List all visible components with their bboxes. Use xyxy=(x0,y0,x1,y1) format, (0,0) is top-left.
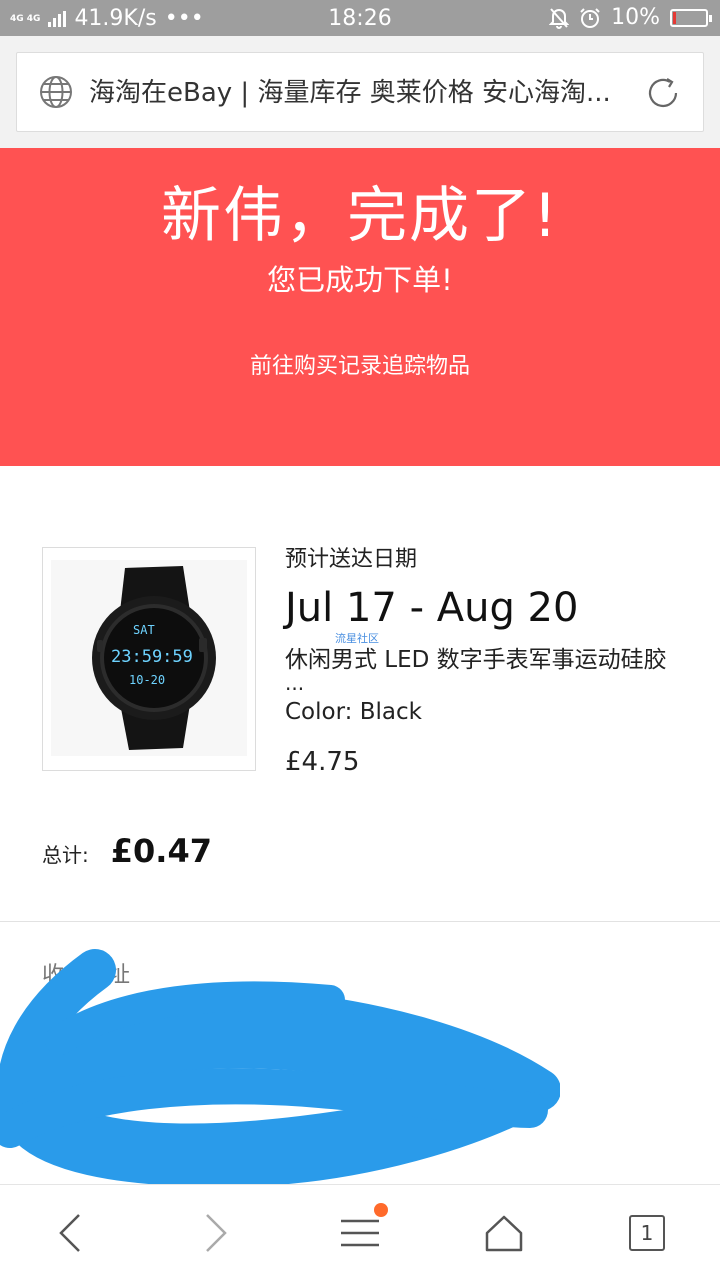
browser-bottom-nav: 1 xyxy=(0,1184,720,1280)
back-icon xyxy=(59,1214,80,1252)
success-subtitle: 您已成功下单! xyxy=(267,263,453,297)
watch-date: 10-20 xyxy=(129,673,165,687)
battery-fill xyxy=(673,11,676,24)
item-image[interactable]: SAT 23:59:59 10-20 xyxy=(42,547,256,771)
success-title: 新伟，完成了! xyxy=(160,181,560,251)
reload-icon[interactable] xyxy=(643,73,683,113)
home-button[interactable] xyxy=(454,1185,554,1280)
eta-range: Jul 17 - Aug 20 xyxy=(285,585,579,631)
forward-button[interactable] xyxy=(166,1185,266,1280)
notification-dot xyxy=(374,1203,388,1217)
browser-toolbar: 海淘在eBay | 海量库存 奥莱价格 安心海淘... xyxy=(0,36,720,148)
page-title[interactable]: 海淘在eBay | 海量库存 奥莱价格 安心海淘... xyxy=(89,75,637,111)
tabs-button[interactable]: 1 xyxy=(597,1185,697,1280)
url-bar[interactable]: 海淘在eBay | 海量库存 奥莱价格 安心海淘... xyxy=(16,52,704,132)
back-button[interactable] xyxy=(20,1185,120,1280)
divider xyxy=(0,921,720,922)
redaction-scribble xyxy=(0,949,560,1187)
order-total: 总计: £0.47 xyxy=(42,832,212,870)
total-label: 总计: xyxy=(42,843,89,867)
forward-icon xyxy=(206,1214,227,1252)
total-value: £0.47 xyxy=(110,832,212,870)
item-title[interactable]: 休闲男式 LED 数字手表军事运动硅胶 xyxy=(285,644,695,676)
globe-icon xyxy=(40,76,72,108)
track-orders-link[interactable]: 前往购买记录追踪物品 xyxy=(0,351,720,383)
status-bar: 4G 4G 41.9K/s ••• 18:26 10% xyxy=(0,0,720,36)
watch-day: SAT xyxy=(133,623,155,637)
watch-time: 23:59:59 xyxy=(111,647,193,667)
menu-button[interactable] xyxy=(310,1185,410,1280)
mute-icon xyxy=(549,7,570,29)
item-details: 预计送达日期 Jul 17 - Aug 20 流星社区 休闲男式 LED 数字手… xyxy=(285,544,695,780)
item-variant: Color: Black xyxy=(285,699,422,725)
battery-percent: 10% xyxy=(611,5,660,30)
item-title-more: ... xyxy=(285,671,305,695)
alarm-icon xyxy=(580,7,600,28)
order-success-banner: 新伟，完成了! 您已成功下单! 前往购买记录追踪物品 xyxy=(0,148,720,466)
tab-count: 1 xyxy=(629,1215,665,1251)
item-price: £4.75 xyxy=(285,747,360,777)
eta-label: 预计送达日期 xyxy=(285,547,418,572)
watch-image: SAT 23:59:59 10-20 xyxy=(51,560,247,756)
home-icon xyxy=(485,1215,523,1252)
battery-icon xyxy=(670,8,712,27)
watermark-text: 流星社区 xyxy=(335,632,379,645)
status-right: 10% xyxy=(549,5,712,30)
menu-icon xyxy=(341,1219,379,1247)
